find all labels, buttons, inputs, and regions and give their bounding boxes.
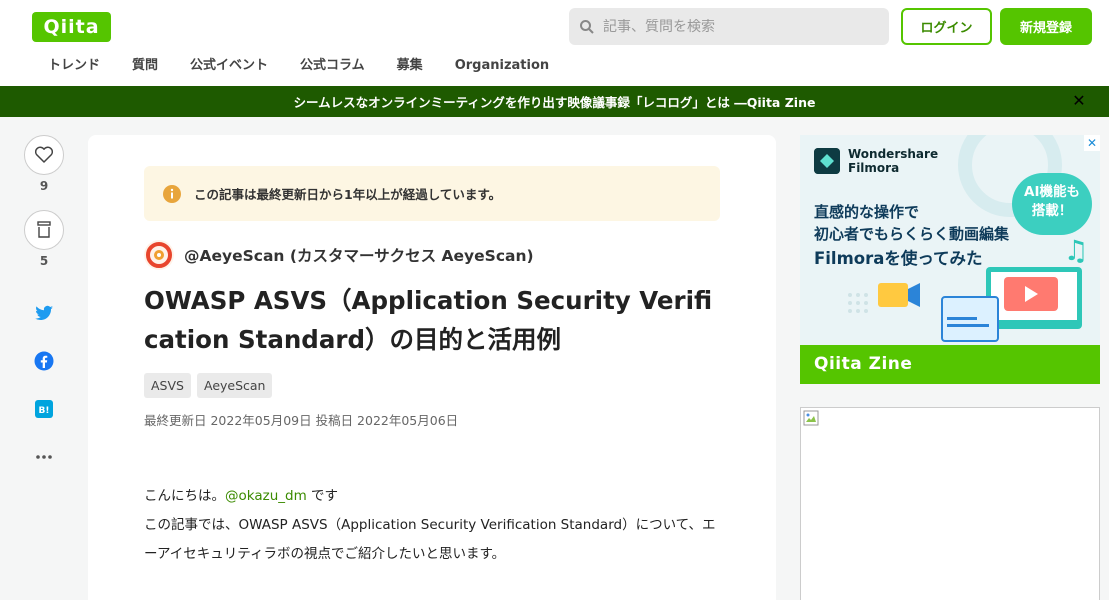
ad-brand: Wondershare Filmora — [814, 147, 948, 175]
svg-text:♫: ♫ — [1063, 234, 1088, 267]
article-card: この記事は最終更新日から1年以上が経過しています。 @AeyeScan (カスタ… — [88, 135, 776, 600]
greeting-text: こんにちは。 — [144, 488, 225, 504]
tag-asvs[interactable]: ASVS — [144, 373, 191, 398]
author-name[interactable]: @AeyeScan (カスタマーサクセス AeyeScan) — [184, 244, 534, 266]
sidebar-ad[interactable]: ♫ Wondershare Filmora 直感的な操作で 初心者でもらくらく動… — [800, 135, 1100, 384]
body-paragraph-intro: この記事では、OWASP ASVS（Application Security V… — [144, 517, 716, 562]
ad-line-2: 初心者でもらくらく動画編集 — [814, 225, 1010, 243]
like-button[interactable] — [24, 135, 64, 175]
login-button[interactable]: ログイン — [901, 8, 992, 45]
ad-badge-line-1: AI機能も — [1024, 184, 1080, 200]
ad-footer: Qiita Zine — [800, 345, 1100, 384]
ad-badge: AI機能も 搭載！ — [1012, 173, 1092, 235]
nav-item-questions[interactable]: 質問 — [116, 56, 174, 78]
author-info[interactable]: @AeyeScan (カスタマーサクセス AeyeScan) — [144, 240, 534, 270]
site-header: Qiita ログイン 新規登録 トレンド 質問 公式イベント 公式コラム 募集 … — [0, 0, 1109, 86]
search-icon — [580, 19, 594, 34]
tag-aeyescan[interactable]: AeyeScan — [196, 373, 273, 398]
facebook-icon[interactable] — [34, 351, 54, 371]
search-box[interactable] — [569, 8, 889, 45]
close-icon[interactable]: ✕ — [1071, 93, 1087, 109]
heart-icon — [34, 146, 54, 163]
stock-button[interactable] — [24, 210, 64, 250]
sidebar-ad-placeholder[interactable] — [800, 407, 1100, 600]
ad-line-3: Filmoraを使ってみた — [814, 249, 983, 268]
body-paragraph-greeting: こんにちは。@okazu_dm です — [144, 482, 720, 511]
filmora-logo-icon — [814, 148, 840, 174]
nav-item-organization[interactable]: Organization — [439, 56, 565, 78]
article-body: こんにちは。@okazu_dm です この記事では、OWASP ASVS（App… — [144, 482, 720, 569]
outdated-notice: この記事は最終更新日から1年以上が経過しています。 — [144, 166, 720, 221]
mention-link[interactable]: @okazu_dm — [225, 488, 307, 504]
notice-text: この記事は最終更新日から1年以上が経過しています。 — [194, 187, 502, 202]
ad-brand-text: Wondershare Filmora — [848, 147, 939, 175]
ad-line-1: 直感的な操作で — [814, 203, 920, 221]
like-count: 9 — [39, 179, 49, 193]
qiita-logo[interactable]: Qiita — [32, 12, 111, 42]
stock-count: 5 — [39, 254, 49, 268]
info-icon — [163, 184, 181, 203]
article-actions: 9 5 — [24, 135, 64, 268]
search-input[interactable] — [603, 18, 873, 35]
greeting-end-text: です — [306, 488, 339, 504]
stock-icon — [37, 221, 51, 238]
article-dates: 最終更新日 2022年05月09日 投稿日 2022年05月06日 — [144, 413, 459, 428]
svg-text:B!: B! — [39, 406, 50, 416]
main-nav: トレンド 質問 公式イベント 公式コラム 募集 Organization — [32, 56, 565, 78]
nav-item-trend[interactable]: トレンド — [32, 56, 116, 78]
banner-text[interactable]: シームレスなオンラインミーティングを作り出す映像議事録「レコログ」とは ―Qii… — [294, 92, 816, 111]
broken-image-icon — [803, 410, 819, 426]
tag-list: ASVS AeyeScan — [144, 373, 278, 398]
nav-item-events[interactable]: 公式イベント — [174, 56, 284, 78]
signup-button[interactable]: 新規登録 — [1000, 8, 1092, 45]
article-title: OWASP ASVS（Application Security Verifica… — [144, 286, 713, 354]
more-icon[interactable] — [34, 447, 54, 467]
nav-item-columns[interactable]: 公式コラム — [284, 56, 381, 78]
avatar[interactable] — [144, 240, 174, 270]
ad-close-icon[interactable]: ✕ — [1084, 135, 1100, 151]
hatena-bookmark-icon[interactable]: B! — [34, 399, 54, 419]
announcement-banner[interactable]: シームレスなオンラインミーティングを作り出す映像議事録「レコログ」とは ―Qii… — [0, 86, 1109, 117]
ad-badge-line-2: 搭載！ — [1031, 203, 1073, 219]
nav-item-recruit[interactable]: 募集 — [381, 56, 439, 78]
twitter-icon[interactable] — [34, 303, 54, 323]
